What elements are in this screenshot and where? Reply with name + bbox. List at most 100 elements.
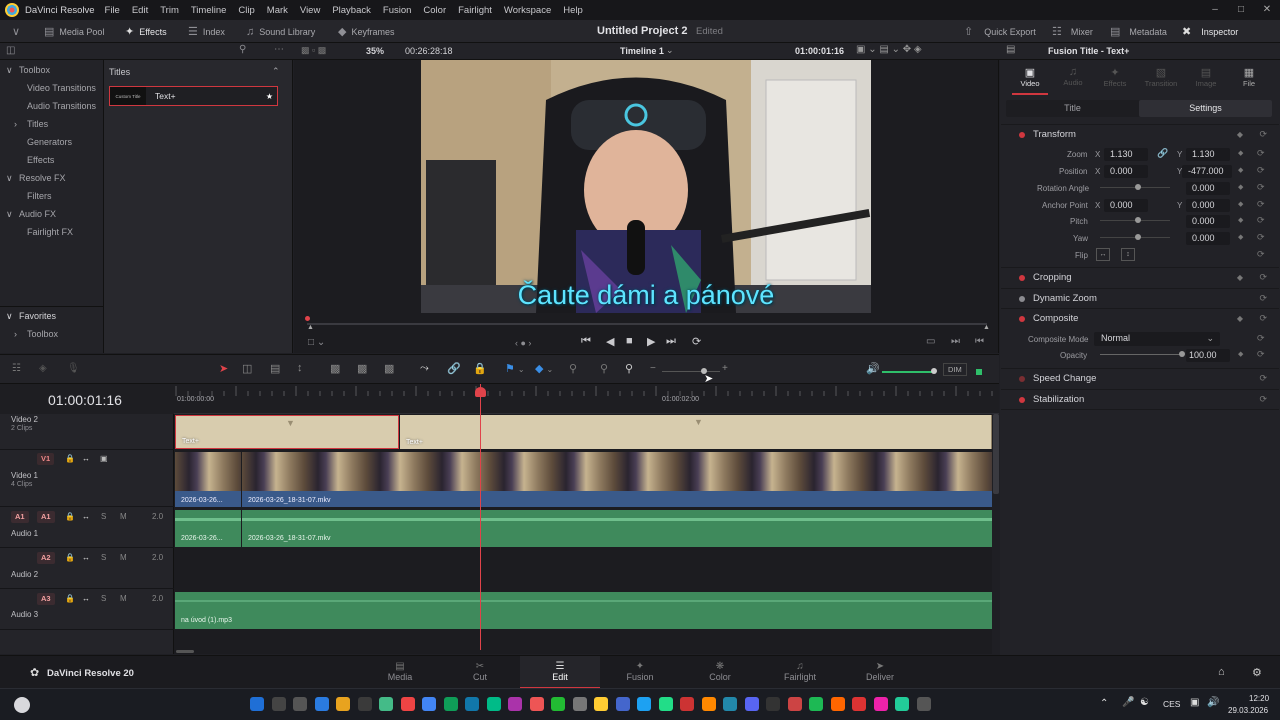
reset-icon[interactable]: ⟳ [1257,199,1265,210]
app-icon[interactable] [551,697,565,711]
page-fusion[interactable]: ✦ Fusion [600,656,680,689]
keyframe-icon[interactable]: ◆ [1237,130,1243,139]
tab-transition[interactable]: ▧ Transition [1140,66,1182,88]
lock-icon[interactable]: 🔒 [65,553,75,562]
page-media[interactable]: ▤ Media [360,656,440,689]
menu-clip[interactable]: Clip [232,5,260,16]
pitch-field[interactable]: 0.000 [1186,215,1230,228]
title-clip[interactable]: Text+ ▼ [400,415,992,449]
collapse-icon[interactable]: ⌃ [272,66,280,77]
maximize-icon[interactable]: □ [1228,0,1254,20]
metadata-button[interactable]: ▤ Metadata [1110,20,1167,43]
home-icon[interactable]: ⌂ [1218,666,1225,678]
tree-fairlight-fx[interactable]: Fairlight FX [27,227,73,237]
insert-clip-icon[interactable]: ▩ [330,362,340,375]
auto-select-icon[interactable]: ↔ [82,594,90,603]
chevron-down-icon[interactable]: ⌄ [666,45,674,56]
mute-button[interactable]: M [120,594,127,603]
snapping-icon[interactable]: ⤳ [420,362,429,375]
replace-clip-icon[interactable]: ▩ [384,362,394,375]
tree-toolbox[interactable]: Toolbox [19,65,50,75]
viewer-options-icon[interactable]: ▣ ⌄ ▤ ⌄ ✥ ◈ [856,44,922,55]
anchor-x-field[interactable]: 0.000 [1104,199,1148,212]
widgets-icon[interactable] [314,697,329,711]
chevron-right-icon[interactable]: › [14,119,17,129]
track-v1-tag[interactable]: V1 [37,453,55,465]
voiceover-icon[interactable]: 🎙 [67,363,80,374]
rotation-field[interactable]: 0.000 [1186,182,1230,195]
app-icon[interactable] [787,697,802,711]
play-icon[interactable]: ▶ [647,335,655,348]
page-cut[interactable]: ✂ Cut [440,656,520,689]
speed-change-section[interactable]: Speed Change ⟳ [1001,368,1279,388]
video-frame[interactable]: Čaute dámi a pánové [421,60,871,313]
dim-button[interactable]: DIM [943,363,967,376]
file-explorer-icon[interactable] [336,697,350,711]
chevron-down-icon[interactable]: ∨ [6,173,13,184]
tab-effects[interactable]: ✦ Effects [1099,66,1131,88]
solo-button[interactable]: S [101,512,106,521]
subtab-settings[interactable]: Settings [1139,100,1272,117]
volume-icon[interactable]: 🔊 [866,362,880,375]
inspector-button[interactable]: ✖ Inspector [1182,20,1238,43]
reset-icon[interactable]: ⟳ [1259,293,1267,304]
jog-icon[interactable]: ‹ ● › [515,338,531,348]
timeline-view-options-icon[interactable]: ☷ [12,363,21,374]
reset-icon[interactable]: ⟳ [1257,333,1265,344]
keyframe-icon[interactable]: ◆ [1238,216,1243,224]
quick-export-button[interactable]: ⇧ Quick Export [964,20,1036,43]
reset-icon[interactable]: ⟳ [1257,148,1265,159]
app-icon[interactable] [400,697,415,711]
track-a2-tag[interactable]: A2 [37,552,55,564]
subtab-title[interactable]: Title [1006,100,1139,117]
keyframe-icon[interactable]: ◆ [1238,200,1243,208]
language-indicator[interactable]: CES [1163,699,1180,709]
reset-icon[interactable]: ⟳ [1259,373,1267,384]
menu-view[interactable]: View [294,5,326,16]
tree-titles[interactable]: Titles [27,119,48,129]
page-edit[interactable]: ☰ Edit [520,656,600,689]
tree-video-transitions[interactable]: Video Transitions [27,83,96,93]
keyframe-icon[interactable]: ◆ [1237,273,1243,282]
minimize-icon[interactable]: – [1202,0,1228,20]
zoom-detail-icon[interactable]: ⚲ [600,362,608,375]
track-a3-tag[interactable]: A3 [37,593,55,605]
reset-icon[interactable]: ⟳ [1259,313,1267,324]
pitch-slider-knob[interactable] [1135,217,1141,223]
loop-icon[interactable]: ⟳ [692,335,701,348]
app-icon[interactable] [680,697,694,711]
zoom-full-icon[interactable]: ⚲ [569,362,577,375]
tab-audio[interactable]: ♫ Audio [1057,66,1089,87]
chrome-icon[interactable] [422,697,436,711]
sheets-icon[interactable] [443,697,458,711]
keyframe-icon[interactable]: ◆ [1238,183,1243,191]
reset-icon[interactable]: ⟳ [1259,129,1267,140]
keyframe-icon[interactable]: ◆ [1238,149,1243,157]
position-y-field[interactable]: -477.000 [1182,165,1232,178]
zoom-out-icon[interactable]: − [650,363,656,374]
reset-icon[interactable]: ⟳ [1257,349,1265,360]
menu-timeline[interactable]: Timeline [185,5,233,16]
auto-select-icon[interactable]: ↔ [82,454,90,463]
mute-button[interactable]: M [120,512,127,521]
link-icon[interactable]: 🔗 [1157,148,1168,159]
reset-icon[interactable]: ⟳ [1257,232,1265,243]
lock-icon[interactable]: 🔒 [65,454,75,463]
music-clip[interactable]: na úvod (1).mp3 [175,592,992,629]
tree-favorites[interactable]: Favorites [19,311,56,321]
track-output-icon[interactable]: ▣ [100,454,108,463]
flip-vertical-icon[interactable]: ↕ [1121,248,1135,261]
match-frame-icon[interactable]: ▭ [926,336,935,347]
page-color[interactable]: ❋ Color [680,656,760,689]
zoom-custom-icon[interactable]: ⚲ [625,362,633,375]
tray-chevron-icon[interactable]: ⌃ [1100,698,1108,709]
view-options-icon[interactable]: □ ⌄ [308,337,325,348]
composite-section[interactable]: Composite ◆ ⟳ [1001,308,1279,328]
menu-help[interactable]: Help [557,5,589,16]
lock-icon[interactable]: 🔒 [65,512,75,521]
zoom-level[interactable]: 35% [366,46,384,56]
app-icon[interactable] [701,697,716,711]
solo-button[interactable]: S [101,594,106,603]
menu-fairlight[interactable]: Fairlight [452,5,498,16]
chevron-down-icon[interactable]: ∨ [6,311,13,322]
